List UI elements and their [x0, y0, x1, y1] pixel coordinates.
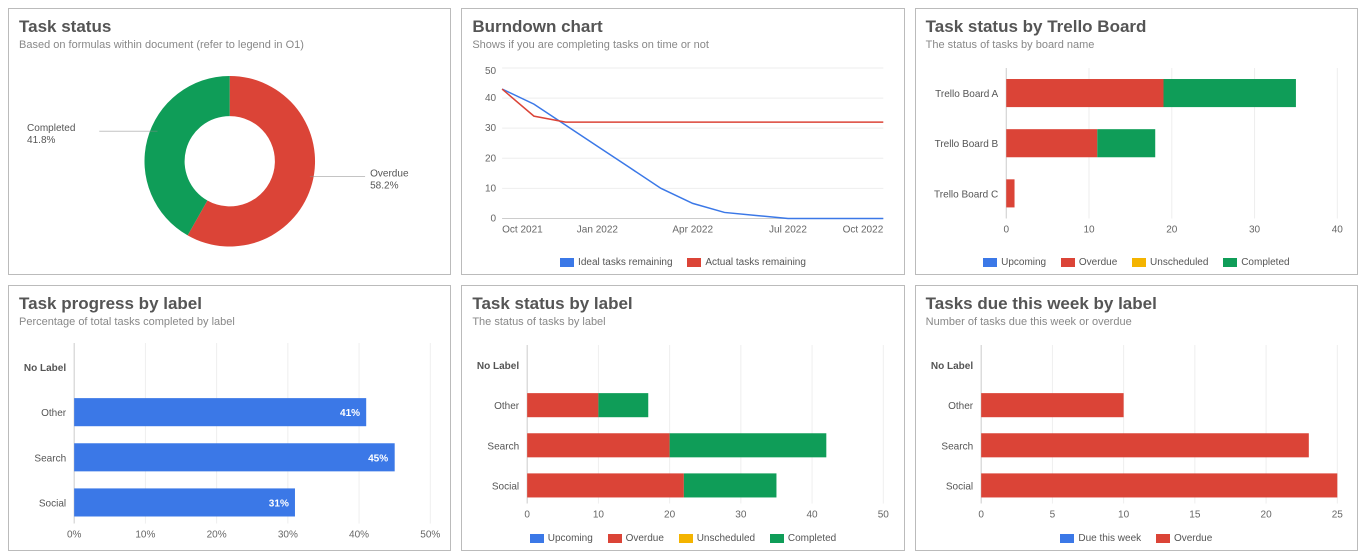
svg-text:Trello Board A: Trello Board A	[935, 89, 998, 100]
card-status-by-label: Task status by label The status of tasks…	[461, 285, 904, 552]
hbar-chart: 0% 10% 20% 30% 40% 50% 41% 45% 31% No La…	[19, 336, 440, 541]
card-subtitle: Number of tasks due this week or overdue	[926, 316, 1347, 328]
svg-text:20: 20	[485, 153, 497, 164]
svg-text:40: 40	[1331, 225, 1343, 236]
svg-text:0%: 0%	[67, 529, 82, 540]
card-subtitle: Based on formulas within document (refer…	[19, 39, 440, 51]
svg-text:50: 50	[878, 509, 890, 520]
svg-text:Other: Other	[948, 401, 974, 412]
svg-text:10: 10	[1083, 225, 1095, 236]
svg-text:Oct 2022: Oct 2022	[843, 224, 884, 235]
svg-text:31%: 31%	[269, 498, 289, 509]
svg-text:41%: 41%	[340, 408, 360, 419]
svg-text:20%: 20%	[207, 529, 227, 540]
line-chart: 0 10 20 30 40 50 Oct 2021 Jan 2022 Apr 2…	[472, 59, 893, 248]
card-subtitle: Percentage of total tasks completed by l…	[19, 316, 440, 328]
svg-text:45%: 45%	[368, 453, 388, 464]
svg-text:0: 0	[1003, 225, 1009, 236]
card-task-status: Task status Based on formulas within doc…	[8, 8, 451, 275]
svg-text:No Label: No Label	[931, 361, 974, 372]
card-title: Task status	[19, 17, 440, 37]
card-title: Task progress by label	[19, 294, 440, 314]
svg-text:Completed: Completed	[27, 123, 75, 134]
svg-text:0: 0	[491, 213, 497, 224]
svg-text:10: 10	[485, 183, 497, 194]
dashboard-grid: Task status Based on formulas within doc…	[8, 8, 1358, 551]
svg-text:20: 20	[1166, 225, 1178, 236]
svg-text:Search: Search	[488, 441, 520, 452]
svg-text:50: 50	[485, 66, 497, 77]
svg-text:20: 20	[664, 509, 676, 520]
svg-text:20: 20	[1260, 509, 1272, 520]
legend: Upcoming Overdue Unscheduled Completed	[462, 533, 903, 546]
card-title: Burndown chart	[472, 17, 893, 37]
card-subtitle: Shows if you are completing tasks on tim…	[472, 39, 893, 51]
svg-text:Search: Search	[941, 441, 973, 452]
svg-text:30: 30	[485, 123, 497, 134]
hbar-chart: 0 10 20 30 40 50 No Label	[472, 336, 893, 525]
legend: Upcoming Overdue Unscheduled Completed	[916, 257, 1357, 270]
svg-text:0: 0	[978, 509, 984, 520]
svg-text:30: 30	[1249, 225, 1261, 236]
svg-text:15: 15	[1189, 509, 1201, 520]
svg-text:Oct 2021: Oct 2021	[502, 224, 543, 235]
svg-text:Search: Search	[34, 453, 66, 464]
card-subtitle: The status of tasks by label	[472, 316, 893, 328]
svg-text:Apr 2022: Apr 2022	[673, 224, 714, 235]
hbar-chart: 0 10 20 30 40 Trello Board A Trello Boar…	[926, 59, 1347, 248]
card-title: Task status by Trello Board	[926, 17, 1347, 37]
svg-text:10%: 10%	[135, 529, 155, 540]
svg-text:25: 25	[1331, 509, 1343, 520]
svg-text:40%: 40%	[349, 529, 369, 540]
svg-text:30%: 30%	[278, 529, 298, 540]
svg-text:41.8%: 41.8%	[27, 135, 55, 146]
legend: Ideal tasks remaining Actual tasks remai…	[462, 257, 903, 270]
svg-text:No Label: No Label	[24, 363, 67, 374]
svg-text:Overdue: Overdue	[370, 168, 409, 179]
card-burndown: Burndown chart Shows if you are completi…	[461, 8, 904, 275]
hbar-chart: 0 5 10 15 20 25 No Label Other Search	[926, 336, 1347, 525]
svg-text:Social: Social	[492, 481, 519, 492]
svg-text:0: 0	[525, 509, 531, 520]
card-title: Tasks due this week by label	[926, 294, 1347, 314]
svg-text:10: 10	[593, 509, 605, 520]
svg-text:40: 40	[485, 93, 497, 104]
svg-text:Other: Other	[494, 401, 520, 412]
svg-text:5: 5	[1049, 509, 1055, 520]
svg-text:Social: Social	[946, 481, 973, 492]
svg-text:Other: Other	[41, 408, 67, 419]
svg-text:Jul 2022: Jul 2022	[769, 224, 807, 235]
svg-text:Trello Board B: Trello Board B	[934, 139, 998, 150]
card-title: Task status by label	[472, 294, 893, 314]
svg-text:10: 10	[1118, 509, 1130, 520]
donut-chart: Completed 41.8% Overdue 58.2%	[19, 59, 440, 264]
svg-text:Social: Social	[39, 498, 66, 509]
svg-text:Jan 2022: Jan 2022	[577, 224, 619, 235]
card-progress-by-label: Task progress by label Percentage of tot…	[8, 285, 451, 552]
svg-text:Trello Board C: Trello Board C	[934, 189, 998, 200]
svg-text:58.2%: 58.2%	[370, 180, 398, 191]
card-status-by-board: Task status by Trello Board The status o…	[915, 8, 1358, 275]
svg-text:40: 40	[807, 509, 819, 520]
svg-text:No Label: No Label	[477, 361, 520, 372]
svg-text:50%: 50%	[420, 529, 440, 540]
card-due-this-week: Tasks due this week by label Number of t…	[915, 285, 1358, 552]
card-subtitle: The status of tasks by board name	[926, 39, 1347, 51]
legend: Due this week Overdue	[916, 533, 1357, 546]
svg-text:30: 30	[736, 509, 748, 520]
